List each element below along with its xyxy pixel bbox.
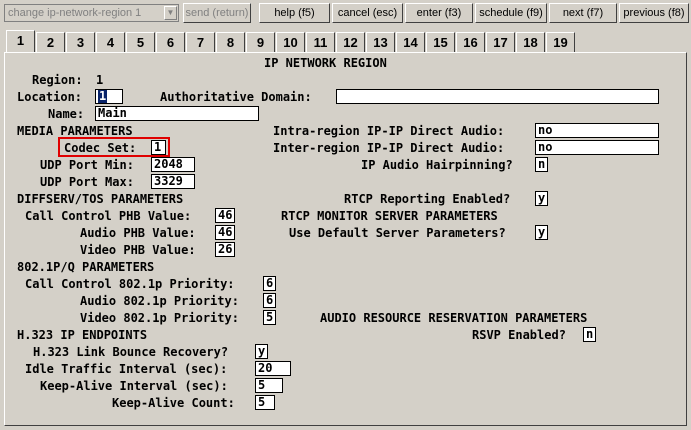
tab-18[interactable]: 18 bbox=[516, 32, 545, 52]
location-value: 1 bbox=[98, 89, 108, 103]
hairpinning-field[interactable]: n bbox=[535, 157, 548, 172]
cc-phb-field[interactable]: 46 bbox=[215, 208, 235, 223]
tab-5[interactable]: 5 bbox=[126, 32, 155, 52]
intra-region-label: Intra-region IP-IP Direct Audio: bbox=[273, 124, 505, 138]
tab-11[interactable]: 11 bbox=[306, 32, 335, 52]
cc-8021p-field[interactable]: 6 bbox=[263, 276, 276, 291]
auth-domain-label: Authoritative Domain: bbox=[160, 90, 312, 104]
dropdown-arrow-icon[interactable]: ▼ bbox=[164, 6, 177, 20]
udp-min-field[interactable]: 2048 bbox=[151, 157, 195, 172]
cancel-button[interactable]: cancel (esc) bbox=[332, 3, 403, 23]
tab-4[interactable]: 4 bbox=[96, 32, 125, 52]
tab-1[interactable]: 1 bbox=[6, 30, 35, 53]
tab-14[interactable]: 14 bbox=[396, 32, 425, 52]
use-default-label: Use Default Server Parameters? bbox=[289, 226, 506, 240]
tab-15[interactable]: 15 bbox=[426, 32, 455, 52]
tab-13[interactable]: 13 bbox=[366, 32, 395, 52]
tab-12[interactable]: 12 bbox=[336, 32, 365, 52]
command-combobox[interactable]: change ip-network-region 1 ▼ bbox=[4, 4, 179, 22]
cc-phb-label: Call Control PHB Value: bbox=[25, 209, 192, 223]
intra-region-field[interactable]: no bbox=[535, 123, 659, 138]
udp-max-label: UDP Port Max: bbox=[40, 175, 134, 189]
video-8021p-field[interactable]: 5 bbox=[263, 310, 276, 325]
link-bounce-label: H.323 Link Bounce Recovery? bbox=[33, 345, 229, 359]
form-title: IP NETWORK REGION bbox=[264, 56, 387, 70]
location-label: Location: bbox=[17, 90, 83, 104]
next-button[interactable]: next (f7) bbox=[549, 3, 617, 23]
inter-region-field[interactable]: no bbox=[535, 140, 659, 155]
tab-7[interactable]: 7 bbox=[186, 32, 215, 52]
tab-10[interactable]: 10 bbox=[276, 32, 305, 52]
codec-set-field[interactable]: 1 bbox=[151, 140, 166, 155]
name-label: Name: bbox=[48, 107, 85, 121]
dot1pq-heading: 802.1P/Q PARAMETERS bbox=[17, 260, 155, 274]
tab-8[interactable]: 8 bbox=[216, 32, 245, 52]
enter-button[interactable]: enter (f3) bbox=[405, 3, 473, 23]
name-field[interactable]: Main bbox=[95, 106, 259, 121]
tab-17[interactable]: 17 bbox=[486, 32, 515, 52]
tab-19[interactable]: 19 bbox=[546, 32, 575, 52]
tab-2[interactable]: 2 bbox=[36, 32, 65, 52]
location-field[interactable]: 1 bbox=[95, 89, 123, 104]
audio-8021p-field[interactable]: 6 bbox=[263, 293, 276, 308]
rsvp-label: RSVP Enabled? bbox=[472, 328, 566, 342]
audio-resv-heading: AUDIO RESOURCE RESERVATION PARAMETERS bbox=[320, 311, 588, 325]
inter-region-label: Inter-region IP-IP Direct Audio: bbox=[273, 141, 505, 155]
codec-set-label: Codec Set: bbox=[64, 141, 137, 155]
audio-8021p-label: Audio 802.1p Priority: bbox=[80, 294, 239, 308]
command-text: change ip-network-region 1 bbox=[8, 7, 142, 19]
udp-min-label: UDP Port Min: bbox=[40, 158, 134, 172]
region-label: Region: bbox=[32, 73, 83, 87]
audio-phb-label: Audio PHB Value: bbox=[80, 226, 196, 240]
keepalive-interval-field[interactable]: 5 bbox=[255, 378, 283, 393]
video-phb-label: Video PHB Value: bbox=[80, 243, 196, 257]
use-default-field[interactable]: y bbox=[535, 225, 548, 240]
idle-traffic-label: Idle Traffic Interval (sec): bbox=[25, 362, 228, 376]
keepalive-count-label: Keep-Alive Count: bbox=[112, 396, 235, 410]
audio-phb-field[interactable]: 46 bbox=[215, 225, 235, 240]
rtcp-reporting-label: RTCP Reporting Enabled? bbox=[344, 192, 511, 206]
video-8021p-label: Video 802.1p Priority: bbox=[80, 311, 239, 325]
rsvp-field[interactable]: n bbox=[583, 327, 596, 342]
toolbar: change ip-network-region 1 ▼ send (retur… bbox=[0, 0, 691, 27]
cc-8021p-label: Call Control 802.1p Priority: bbox=[25, 277, 235, 291]
tab-6[interactable]: 6 bbox=[156, 32, 185, 52]
diffserv-heading: DIFFSERV/TOS PARAMETERS bbox=[17, 192, 184, 206]
tab-3[interactable]: 3 bbox=[66, 32, 95, 52]
udp-max-field[interactable]: 3329 bbox=[151, 174, 195, 189]
region-value: 1 bbox=[96, 73, 104, 87]
previous-button[interactable]: previous (f8) bbox=[619, 3, 689, 23]
hairpinning-label: IP Audio Hairpinning? bbox=[361, 158, 513, 172]
auth-domain-field[interactable] bbox=[336, 89, 659, 104]
help-button[interactable]: help (f5) bbox=[259, 3, 330, 23]
keepalive-count-field[interactable]: 5 bbox=[255, 395, 275, 410]
tab-9[interactable]: 9 bbox=[246, 32, 275, 52]
h323-heading: H.323 IP ENDPOINTS bbox=[17, 328, 148, 342]
schedule-button[interactable]: schedule (f9) bbox=[475, 3, 547, 23]
send-button[interactable]: send (return) bbox=[183, 3, 251, 23]
idle-traffic-field[interactable]: 20 bbox=[255, 361, 291, 376]
link-bounce-field[interactable]: y bbox=[255, 344, 268, 359]
rtcp-reporting-field[interactable]: y bbox=[535, 191, 548, 206]
keepalive-interval-label: Keep-Alive Interval (sec): bbox=[40, 379, 228, 393]
tab-16[interactable]: 16 bbox=[456, 32, 485, 52]
media-params-heading: MEDIA PARAMETERS bbox=[17, 124, 133, 138]
video-phb-field[interactable]: 26 bbox=[215, 242, 235, 257]
rtcp-monitor-heading: RTCP MONITOR SERVER PARAMETERS bbox=[281, 209, 498, 223]
